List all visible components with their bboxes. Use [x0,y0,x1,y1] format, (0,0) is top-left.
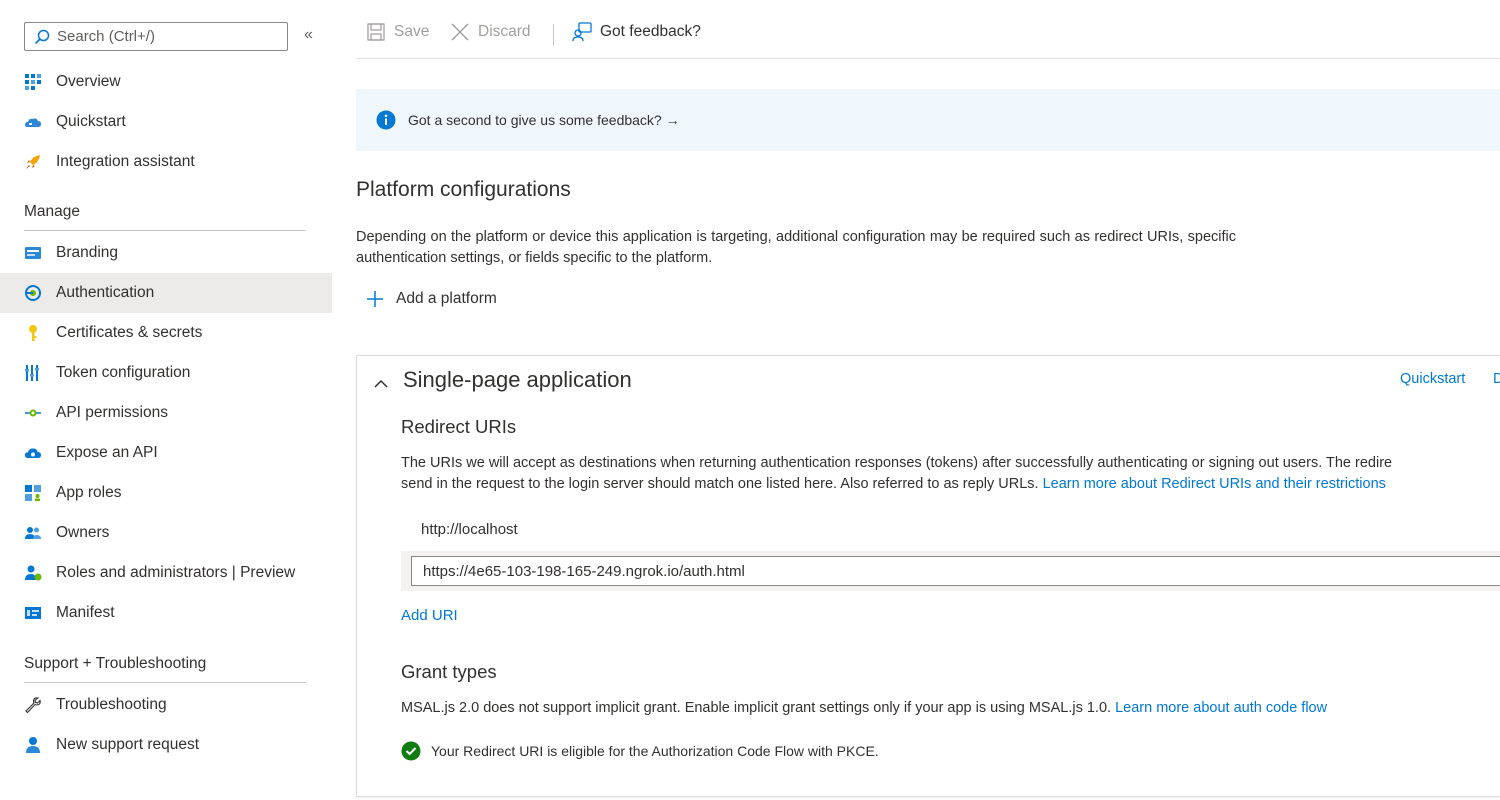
plus-icon [367,291,383,307]
sidebar-item-expose-an-api[interactable]: Expose an API [0,433,332,473]
sidebar-item-label: Manifest [56,604,115,621]
sidebar-item-token-configuration[interactable]: Token configuration [0,353,332,393]
sidebar-item-roles-administrators[interactable]: Roles and administrators | Preview [0,553,332,593]
pkce-status-text: Your Redirect URI is eligible for the Au… [431,743,879,759]
sidebar-item-label: Quickstart [56,113,126,130]
collapse-sidebar-button[interactable]: « [304,26,313,44]
sidebar-item-api-permissions[interactable]: API permissions [0,393,332,433]
docs-link-truncated[interactable]: D [1493,371,1500,387]
chevron-up-icon[interactable] [373,376,389,392]
close-icon [451,23,469,41]
redirect-uri-static[interactable]: http://localhost [421,521,518,538]
save-icon [367,23,385,41]
card-title: Single-page application [403,367,632,392]
sidebar-item-label: Owners [56,524,110,541]
rocket-icon [26,155,40,169]
sidebar-item-branding[interactable]: Branding [0,233,332,273]
add-uri-link[interactable]: Add URI [401,607,458,624]
redirect-uris-heading: Redirect URIs [401,416,517,437]
manage-section-heading: Manage [24,203,81,220]
search-icon [34,29,50,44]
authentication-icon [25,285,41,301]
feedback-banner-link[interactable]: Got a second to give us some feedback? → [408,112,680,128]
discard-button[interactable]: Discard [450,22,531,42]
cloud-icon [25,448,41,458]
section-divider [24,230,306,231]
sidebar-item-label: Roles and administrators | Preview [56,564,296,581]
search-box[interactable] [24,22,288,51]
sidebar-item-label: API permissions [56,404,168,421]
branding-icon [25,247,41,259]
feedback-button[interactable]: Got feedback? [572,22,701,42]
sidebar-item-integration-assistant[interactable]: Integration assistant [0,142,332,182]
redirect-uri-row [401,551,1500,591]
grant-description-text: MSAL.js 2.0 does not support implicit gr… [401,700,1112,716]
sidebar-item-label: Overview [56,73,121,90]
redirect-description-line2: send in the request to the login server … [401,474,1386,495]
api-permissions-icon [25,409,41,417]
sidebar-item-label: App roles [56,484,122,501]
sidebar-item-label: Authentication [56,284,155,301]
sidebar: « Overview Quickstart Integration assist… [0,0,332,800]
wrench-icon [25,697,41,714]
app-roles-icon [25,485,41,501]
search-input[interactable] [57,28,277,45]
feedback-banner: Got a second to give us some feedback? → [356,89,1500,151]
overview-grid-icon [25,74,41,90]
add-platform-label: Add a platform [396,290,497,307]
grant-types-heading: Grant types [401,661,497,682]
sidebar-item-label: New support request [56,736,200,753]
auth-code-flow-link[interactable]: Learn more about auth code flow [1115,700,1327,716]
redirect-description-text: send in the request to the login server … [401,476,1039,492]
sidebar-item-label: Certificates & secrets [56,324,203,341]
sidebar-item-label: Branding [56,244,119,261]
feedback-label: Got feedback? [600,23,701,40]
manifest-icon [25,607,41,619]
sidebar-item-manifest[interactable]: Manifest [0,593,332,633]
support-section-heading: Support + Troubleshooting [24,655,207,672]
quickstart-cloud-icon [25,118,41,127]
platform-description: Depending on the platform or device this… [356,229,1236,266]
sidebar-item-authentication[interactable]: Authentication [0,273,332,313]
page-title: Platform configurations [356,178,571,201]
owners-icon [25,527,41,539]
key-icon [29,325,37,341]
quickstart-link[interactable]: Quickstart [1400,371,1465,387]
pkce-status: Your Redirect URI is eligible for the Au… [401,741,879,761]
sidebar-item-certificates-secrets[interactable]: Certificates & secrets [0,313,332,353]
roles-admin-icon [25,565,42,581]
support-person-icon [26,737,40,753]
redirect-learn-more-link[interactable]: Learn more about Redirect URIs and their… [1043,476,1386,492]
feedback-person-icon [572,22,592,42]
sidebar-item-troubleshooting[interactable]: Troubleshooting [0,685,332,725]
sidebar-item-label: Integration assistant [56,153,195,170]
discard-label: Discard [478,23,531,40]
save-button[interactable]: Save [366,22,429,42]
sidebar-item-label: Troubleshooting [56,696,167,713]
save-label: Save [394,23,430,40]
sidebar-item-label: Token configuration [56,364,191,381]
sidebar-item-owners[interactable]: Owners [0,513,332,553]
sidebar-item-label: Expose an API [56,444,158,461]
redirect-description-line1: The URIs we will accept as destinations … [401,455,1393,471]
grant-description: MSAL.js 2.0 does not support implicit gr… [401,698,1327,719]
add-platform-button[interactable]: Add a platform [366,290,497,308]
spa-platform-card: Single-page application Quickstart D Red… [356,355,1500,797]
sidebar-item-app-roles[interactable]: App roles [0,473,332,513]
sidebar-item-overview[interactable]: Overview [0,62,332,102]
token-bars-icon [25,365,39,381]
section-divider [24,682,306,683]
redirect-uri-input[interactable] [411,556,1500,586]
check-circle-icon [401,741,421,761]
sidebar-item-quickstart[interactable]: Quickstart [0,102,332,142]
command-toolbar: Save Discard Got feedback? [356,0,1500,59]
toolbar-divider [553,24,554,46]
sidebar-item-new-support-request[interactable]: New support request [0,725,332,765]
info-icon [376,110,396,130]
